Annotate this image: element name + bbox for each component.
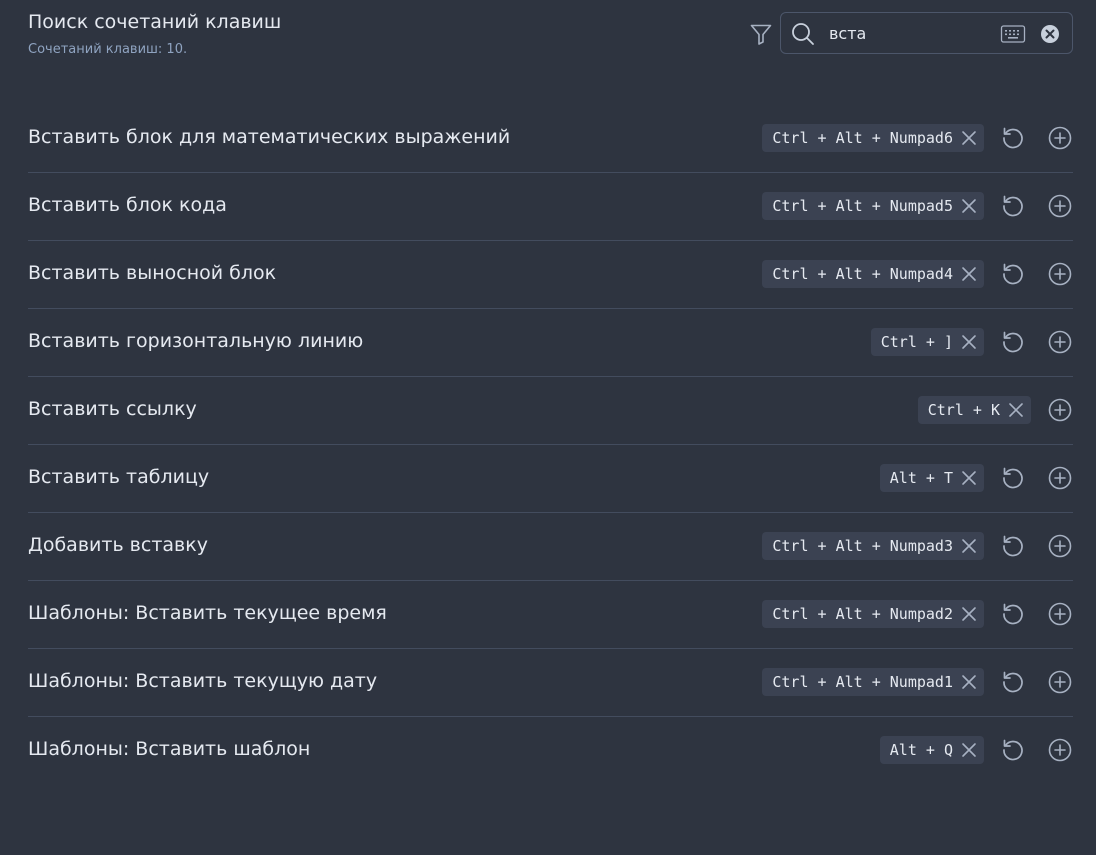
clear-search-icon[interactable] [1040,24,1060,44]
reset-icon[interactable] [1000,669,1026,695]
hotkey-actions: Ctrl + Alt + Numpad6 [762,123,1073,153]
hotkey-chip: Alt + T [879,464,984,492]
hotkey-text: Ctrl + K [927,401,1000,419]
hotkey-actions: Ctrl + Alt + Numpad5 [762,191,1073,221]
hotkeys-header: Поиск сочетаний клавиш Сочетаний клавиш:… [28,10,1073,60]
command-name: Шаблоны: Вставить шаблон [28,738,311,760]
plus-circle-icon[interactable] [1047,261,1073,287]
close-icon[interactable] [960,265,978,283]
hotkey-text: Ctrl + Alt + Numpad5 [772,197,953,215]
command-name: Вставить таблицу [28,466,210,488]
hotkey-actions: Ctrl + Alt + Numpad2 [762,599,1073,629]
hotkey-row: Шаблоны: Вставить текущую дату Ctrl + Al… [28,649,1073,717]
hotkey-actions: Ctrl + K [917,395,1073,425]
close-icon[interactable] [1007,401,1025,419]
plus-circle-icon[interactable] [1047,669,1073,695]
close-icon[interactable] [960,469,978,487]
hotkey-actions: Ctrl + Alt + Numpad4 [762,259,1073,289]
plus-circle-icon[interactable] [1047,465,1073,491]
hotkey-chip: Ctrl + Alt + Numpad2 [762,600,984,628]
hotkey-actions: Ctrl + Alt + Numpad1 [762,667,1073,697]
plus-circle-icon[interactable] [1047,737,1073,763]
hotkeys-settings-page: Поиск сочетаний клавиш Сочетаний клавиш:… [0,0,1096,855]
command-name: Вставить блок для математических выражен… [28,126,511,148]
command-name: Вставить горизонтальную линию [28,330,364,352]
hotkey-chip: Ctrl + Alt + Numpad3 [762,532,984,560]
hotkey-row: Вставить выносной блок Ctrl + Alt + Nump… [28,241,1073,309]
reset-icon[interactable] [1000,465,1026,491]
hotkey-chip: Alt + Q [879,736,984,764]
search-box [780,12,1073,54]
hotkey-chip: Ctrl + Alt + Numpad6 [762,124,984,152]
command-name: Вставить блок кода [28,194,227,216]
page-title: Поиск сочетаний клавиш [28,11,282,33]
hotkey-text: Ctrl + Alt + Numpad6 [772,129,953,147]
hotkey-actions: Alt + T [879,463,1073,493]
close-icon[interactable] [960,129,978,147]
hotkey-chip: Ctrl + K [917,396,1031,424]
plus-circle-icon[interactable] [1047,397,1073,423]
close-icon[interactable] [960,741,978,759]
search-input[interactable] [829,20,989,46]
hotkey-row: Шаблоны: Вставить текущее время Ctrl + A… [28,581,1073,649]
hotkey-row: Вставить горизонтальную линию Ctrl + ] [28,309,1073,377]
command-name: Шаблоны: Вставить текущую дату [28,670,378,692]
command-name: Добавить вставку [28,534,208,556]
search-icon [791,22,815,46]
plus-circle-icon[interactable] [1047,125,1073,151]
hotkey-row: Добавить вставку Ctrl + Alt + Numpad3 [28,513,1073,581]
keyboard-icon[interactable] [1000,24,1026,44]
reset-icon[interactable] [1000,601,1026,627]
filter-icon[interactable] [749,22,773,46]
plus-circle-icon[interactable] [1047,193,1073,219]
hotkey-row: Вставить блок для математических выражен… [28,105,1073,173]
hotkey-actions: Ctrl + ] [870,327,1073,357]
hotkey-chip: Ctrl + Alt + Numpad4 [762,260,984,288]
reset-icon[interactable] [1000,193,1026,219]
reset-icon[interactable] [1000,737,1026,763]
close-icon[interactable] [960,197,978,215]
reset-icon[interactable] [1000,533,1026,559]
plus-circle-icon[interactable] [1047,601,1073,627]
hotkey-text: Ctrl + Alt + Numpad2 [772,605,953,623]
hotkey-text: Ctrl + Alt + Numpad4 [772,265,953,283]
reset-icon[interactable] [1000,125,1026,151]
hotkey-text: Alt + Q [889,741,953,759]
hotkey-chip: Ctrl + ] [870,328,984,356]
reset-icon[interactable] [1000,261,1026,287]
plus-circle-icon[interactable] [1047,329,1073,355]
hotkey-text: Ctrl + Alt + Numpad3 [772,537,953,555]
hotkey-text: Alt + T [889,469,953,487]
hotkey-row: Вставить таблицу Alt + T [28,445,1073,513]
command-name: Вставить выносной блок [28,262,277,284]
hotkey-chip: Ctrl + Alt + Numpad1 [762,668,984,696]
close-icon[interactable] [960,673,978,691]
hotkey-list: Вставить блок для математических выражен… [28,105,1073,785]
close-icon[interactable] [960,605,978,623]
close-icon[interactable] [960,537,978,555]
hotkey-row: Вставить ссылку Ctrl + K [28,377,1073,445]
plus-circle-icon[interactable] [1047,533,1073,559]
hotkey-text: Ctrl + Alt + Numpad1 [772,673,953,691]
reset-icon[interactable] [1000,329,1026,355]
hotkey-actions: Ctrl + Alt + Numpad3 [762,531,1073,561]
command-name: Вставить ссылку [28,398,197,420]
hotkey-actions: Alt + Q [879,735,1073,765]
hotkey-count: Сочетаний клавиш: 10. [28,42,188,57]
hotkey-text: Ctrl + ] [880,333,953,351]
hotkey-chip: Ctrl + Alt + Numpad5 [762,192,984,220]
close-icon[interactable] [960,333,978,351]
command-name: Шаблоны: Вставить текущее время [28,602,387,624]
hotkey-row: Шаблоны: Вставить шаблон Alt + Q [28,717,1073,785]
hotkey-row: Вставить блок кода Ctrl + Alt + Numpad5 [28,173,1073,241]
